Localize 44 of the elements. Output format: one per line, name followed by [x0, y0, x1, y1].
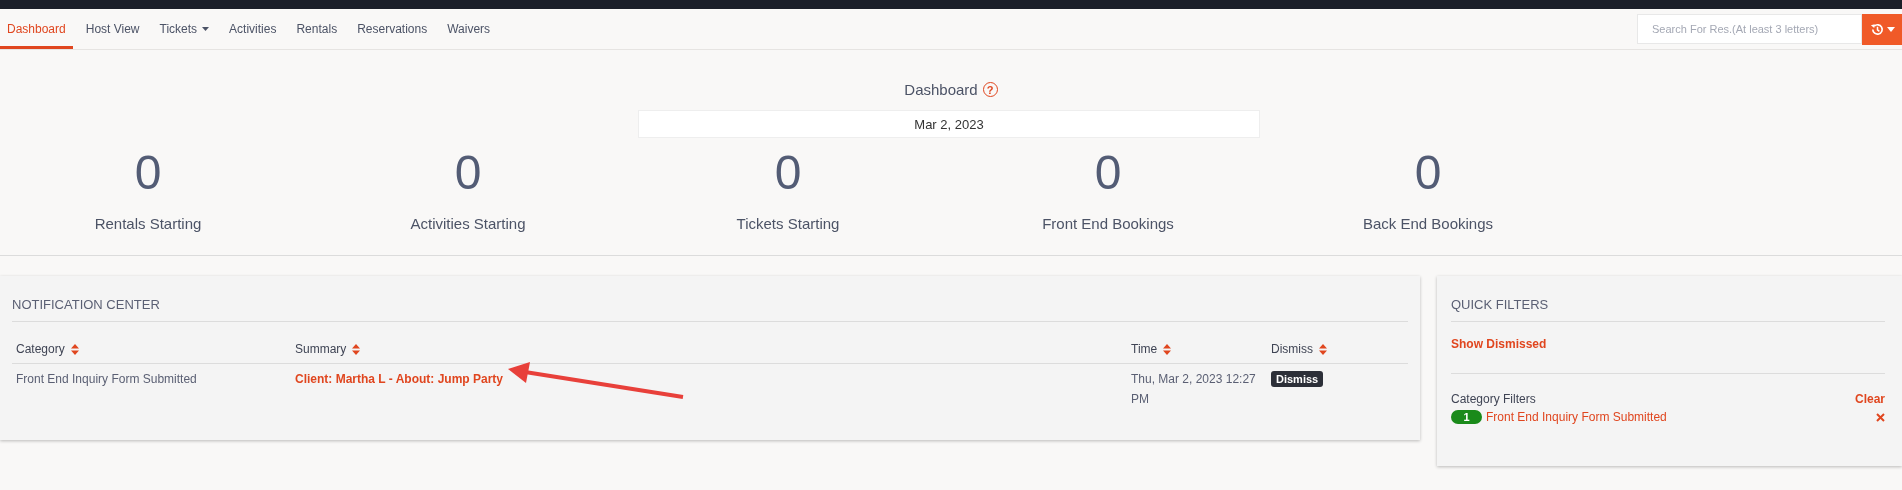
nav-tab[interactable]: Reservations — [350, 9, 435, 49]
panel-title: QUICK FILTERS — [1451, 276, 1885, 322]
stat-value: 0 — [1094, 145, 1122, 201]
table-cell: Front End Inquiry Form Submitted — [16, 372, 197, 386]
filters-label: Category Filters — [1451, 392, 1536, 406]
stat-label: Back End Bookings — [1362, 215, 1494, 232]
stat-value: 0 — [454, 145, 482, 201]
caret-icon — [1886, 26, 1895, 32]
page-title: Dashboard — [904, 81, 978, 98]
nav-tab[interactable]: Waivers — [440, 9, 498, 49]
column-header[interactable]: Time — [1131, 342, 1158, 356]
stat-label: Tickets Starting — [736, 215, 840, 232]
sort-icon[interactable] — [1319, 343, 1327, 355]
nav-tab[interactable]: Host View — [78, 9, 147, 49]
nav-tab[interactable]: Dashboard — [0, 9, 73, 49]
sort-icon[interactable] — [352, 343, 361, 355]
filter-link[interactable]: Front End Inquiry Form Submitted — [1486, 410, 1667, 424]
column-header[interactable]: Category — [16, 342, 65, 356]
nav-tab[interactable]: Activities — [222, 9, 284, 49]
sort-icon[interactable] — [70, 343, 79, 355]
summary-link[interactable]: Client: Martha L - About: Jump Party — [295, 372, 503, 386]
stat-value: 0 — [134, 145, 162, 201]
nav-tab[interactable]: Tickets — [152, 9, 217, 49]
history-icon — [1869, 21, 1885, 37]
date-field[interactable]: Mar 2, 2023 — [638, 110, 1260, 138]
column-header[interactable]: Summary — [295, 342, 347, 356]
close-icon[interactable] — [1876, 412, 1885, 422]
clear-link[interactable]: Clear — [1854, 392, 1885, 406]
column-header[interactable]: Dismiss — [1271, 342, 1313, 356]
dismiss-button[interactable]: Dismiss — [1271, 371, 1324, 387]
count-badge: 1 — [1451, 410, 1482, 424]
caret-icon — [202, 27, 210, 31]
history-button[interactable] — [1862, 13, 1902, 45]
show-dismissed-link[interactable]: Show Dismissed — [1451, 322, 1885, 374]
nav-tab[interactable]: Rentals — [289, 9, 345, 49]
sort-icon[interactable] — [1163, 343, 1172, 355]
panel-title: NOTIFICATION CENTER — [12, 276, 1408, 322]
table-cell: Thu, Mar 2, 2023 12:27 PM — [1131, 372, 1256, 406]
stat-label: Rentals Starting — [94, 215, 202, 232]
search-field[interactable]: Search For Res.(At least 3 letters) — [1637, 14, 1862, 44]
stat-value: 0 — [1414, 145, 1442, 201]
stat-label: Activities Starting — [410, 215, 526, 232]
stat-value: 0 — [774, 145, 802, 201]
stat-label: Front End Bookings — [1042, 215, 1174, 232]
